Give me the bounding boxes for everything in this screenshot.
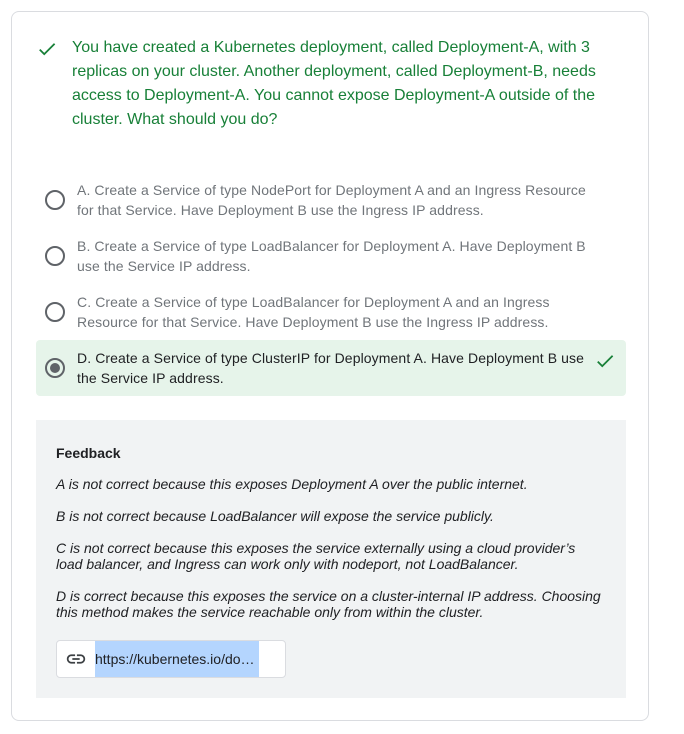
question-header: You have created a Kubernetes deployment… [36, 36, 596, 132]
radio-button[interactable] [45, 190, 65, 210]
radio-button[interactable] [45, 246, 65, 266]
answer-options: A. Create a Service of type NodePort for… [36, 172, 626, 396]
option-label: D. Create a Service of type ClusterIP fo… [77, 350, 585, 386]
question-text: You have created a Kubernetes deployment… [72, 39, 596, 128]
feedback-panel: Feedback A is not correct because this e… [36, 420, 626, 698]
option-label: C. Create a Service of type LoadBalancer… [77, 294, 550, 330]
option-label: B. Create a Service of type LoadBalancer… [77, 238, 586, 274]
correct-check-icon [594, 350, 616, 377]
feedback-title: Feedback [56, 445, 121, 461]
option-a[interactable]: A. Create a Service of type NodePort for… [36, 172, 626, 228]
option-b[interactable]: B. Create a Service of type LoadBalancer… [36, 228, 626, 284]
question-card: You have created a Kubernetes deployment… [11, 11, 649, 721]
feedback-line: C is not correct because this exposes th… [56, 540, 576, 572]
feedback-line: B is not correct because LoadBalancer wi… [56, 508, 494, 524]
feedback-line: A is not correct because this exposes De… [56, 476, 528, 492]
link-url[interactable]: https://kubernetes.io/docs/concepts/serv… [95, 641, 259, 677]
radio-button[interactable] [45, 302, 65, 322]
feedback-line: D is correct because this exposes the se… [56, 588, 601, 620]
check-icon [36, 38, 60, 65]
option-c[interactable]: C. Create a Service of type LoadBalancer… [36, 284, 626, 340]
reference-link[interactable]: https://kubernetes.io/docs/concepts/serv… [56, 640, 286, 678]
option-d[interactable]: D. Create a Service of type ClusterIP fo… [36, 340, 626, 396]
option-label: A. Create a Service of type NodePort for… [77, 182, 586, 218]
radio-button-selected[interactable] [45, 358, 65, 378]
link-icon [65, 648, 87, 670]
